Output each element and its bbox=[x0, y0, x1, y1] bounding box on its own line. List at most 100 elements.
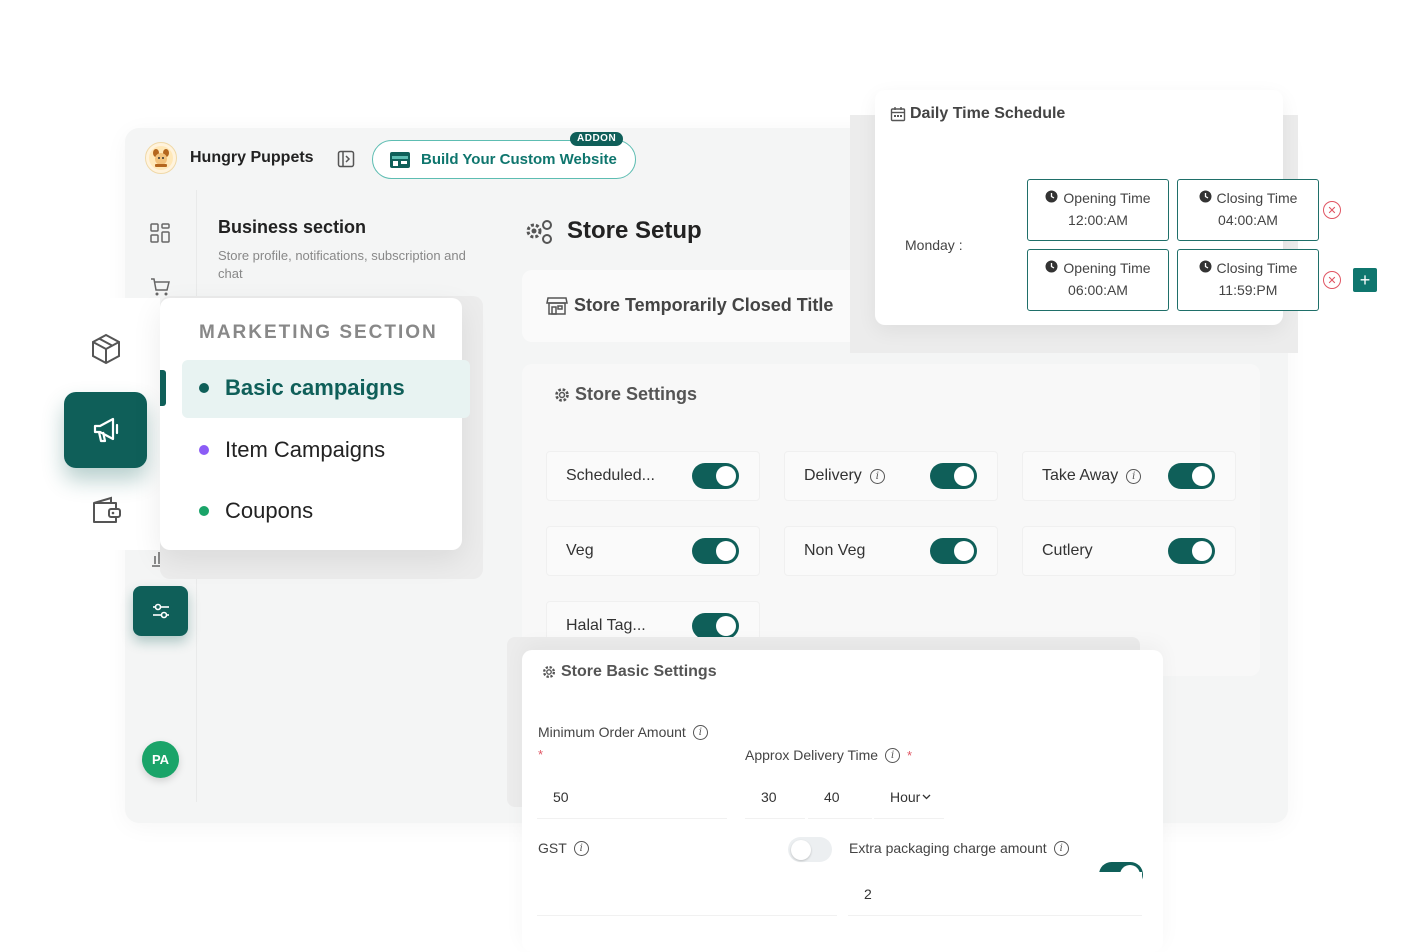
closing-time-slot-2[interactable]: Closing Time 11:59:PM bbox=[1177, 249, 1319, 311]
info-icon[interactable]: i bbox=[885, 747, 901, 763]
option-label: Scheduled... bbox=[566, 467, 655, 484]
info-icon[interactable]: i bbox=[692, 724, 708, 740]
schedule-title: Daily Time Schedule bbox=[910, 105, 1066, 122]
basic-settings-title: Store Basic Settings bbox=[561, 663, 717, 680]
option-label: Veg bbox=[566, 542, 594, 559]
option-label: Halal Tag... bbox=[566, 617, 646, 634]
gear-icon bbox=[542, 665, 556, 679]
bullet-dot bbox=[199, 383, 209, 393]
settings-sliders-button[interactable] bbox=[133, 586, 188, 636]
marketing-nav-button[interactable] bbox=[64, 392, 147, 468]
clock-icon bbox=[1045, 190, 1058, 206]
schedule-heading: Daily Time Schedule bbox=[890, 105, 1065, 123]
bullet-dot bbox=[199, 445, 209, 455]
basic-settings-heading: Store Basic Settings bbox=[541, 663, 717, 681]
gst-toggle[interactable] bbox=[788, 837, 832, 862]
delivery-unit-value: Hour bbox=[890, 788, 921, 805]
time-value: 06:00:AM bbox=[1068, 282, 1128, 298]
delivery-min-input[interactable]: 30 bbox=[745, 775, 805, 819]
closing-time-slot-1[interactable]: Closing Time 04:00:AM bbox=[1177, 179, 1319, 241]
time-label: Opening Time bbox=[1063, 260, 1151, 276]
cutlery-toggle[interactable] bbox=[1168, 538, 1215, 564]
info-icon[interactable]: i bbox=[869, 468, 885, 484]
min-order-label: Minimum Order Amount i bbox=[538, 724, 708, 740]
menu-item-basic-campaigns[interactable]: Basic campaigns bbox=[199, 375, 405, 401]
user-avatar[interactable]: PA bbox=[142, 741, 179, 778]
closed-title-text: Store Temporarily Closed Title bbox=[574, 294, 834, 315]
storefront-icon bbox=[390, 151, 410, 168]
brand-logo bbox=[145, 142, 177, 174]
gear-icon bbox=[555, 387, 569, 402]
packaging-amount-input[interactable]: 2 bbox=[848, 872, 1142, 916]
store-setup-title: Store Setup bbox=[567, 217, 702, 244]
info-icon[interactable]: i bbox=[1053, 840, 1069, 856]
collapse-sidebar-icon[interactable] bbox=[337, 150, 355, 168]
cart-icon[interactable] bbox=[149, 276, 171, 298]
brand-name: Hungry Puppets bbox=[190, 149, 314, 166]
halal-tag-toggle[interactable] bbox=[692, 613, 739, 639]
store-settings-title: Store Settings bbox=[575, 384, 698, 404]
menu-item-item-campaigns[interactable]: Item Campaigns bbox=[199, 437, 385, 463]
delivery-time-label: Approx Delivery Time i * bbox=[745, 747, 912, 763]
non-veg-toggle[interactable] bbox=[930, 538, 977, 564]
clock-icon bbox=[1199, 260, 1212, 276]
gears-icon bbox=[523, 218, 555, 251]
required-mark: * bbox=[907, 747, 913, 763]
info-icon[interactable]: i bbox=[1126, 468, 1142, 484]
bullet-dot bbox=[199, 506, 209, 516]
delivery-time-label-text: Approx Delivery Time bbox=[745, 747, 879, 763]
opening-time-slot-1[interactable]: Opening Time 12:00:AM bbox=[1027, 179, 1169, 241]
dashboard-icon[interactable] bbox=[149, 222, 171, 244]
option-veg: Veg bbox=[546, 526, 760, 576]
take-away-toggle[interactable] bbox=[1168, 463, 1215, 489]
gst-label: GST i bbox=[538, 840, 589, 856]
option-label: Delivery bbox=[804, 467, 862, 484]
build-website-label: Build Your Custom Website bbox=[421, 151, 617, 168]
calendar-icon bbox=[890, 107, 906, 122]
time-value: 11:59:PM bbox=[1218, 282, 1278, 298]
menu-item-coupons[interactable]: Coupons bbox=[199, 498, 313, 524]
packaging-label: Extra packaging charge amount i bbox=[849, 840, 1069, 856]
menu-item-label: Item Campaigns bbox=[225, 437, 386, 462]
delivery-toggle[interactable] bbox=[930, 463, 977, 489]
veg-toggle[interactable] bbox=[692, 538, 739, 564]
time-value: 12:00:AM bbox=[1068, 212, 1128, 228]
closed-title-heading: Store Temporarily Closed Title bbox=[546, 294, 833, 316]
option-delivery: Delivery i bbox=[784, 451, 998, 501]
delivery-max-input[interactable]: 40 bbox=[808, 775, 872, 819]
active-indicator bbox=[160, 370, 166, 406]
chevron-down-icon bbox=[922, 794, 931, 799]
package-icon[interactable] bbox=[89, 332, 123, 371]
option-label: Take Away bbox=[1042, 467, 1119, 484]
day-label: Monday : bbox=[905, 237, 963, 253]
opening-time-slot-2[interactable]: Opening Time 06:00:AM bbox=[1027, 249, 1169, 311]
info-icon[interactable]: i bbox=[573, 840, 589, 856]
clock-icon bbox=[1199, 190, 1212, 206]
option-non-veg: Non Veg bbox=[784, 526, 998, 576]
store-icon bbox=[546, 297, 568, 315]
addon-badge: ADDON bbox=[570, 132, 624, 146]
clock-icon bbox=[1045, 260, 1058, 276]
add-slot-button[interactable]: + bbox=[1353, 268, 1377, 292]
remove-slot-1-button[interactable]: ✕ bbox=[1323, 201, 1341, 219]
time-label: Closing Time bbox=[1216, 260, 1298, 276]
remove-slot-2-button[interactable]: ✕ bbox=[1323, 271, 1341, 289]
business-section-subtitle: Store profile, notifications, subscripti… bbox=[218, 248, 466, 281]
megaphone-icon bbox=[93, 417, 118, 443]
marketing-heading: MARKETING SECTION bbox=[199, 322, 438, 343]
wallet-icon[interactable] bbox=[89, 494, 123, 533]
packaging-label-text: Extra packaging charge amount bbox=[849, 840, 1047, 856]
time-value: 04:00:AM bbox=[1218, 212, 1278, 228]
menu-item-label: Coupons bbox=[225, 498, 314, 523]
gst-input[interactable] bbox=[537, 872, 837, 916]
option-scheduled: Scheduled... bbox=[546, 451, 760, 501]
option-label: Cutlery bbox=[1042, 542, 1093, 559]
min-order-input[interactable]: 50 bbox=[537, 775, 727, 819]
business-section-title: Business section bbox=[218, 217, 367, 237]
scheduled-toggle[interactable] bbox=[692, 463, 739, 489]
time-label: Closing Time bbox=[1216, 190, 1298, 206]
dog-logo-icon bbox=[149, 146, 173, 170]
time-label: Opening Time bbox=[1063, 190, 1151, 206]
menu-item-label: Basic campaigns bbox=[225, 375, 405, 400]
delivery-unit-select[interactable]: Hour bbox=[874, 775, 944, 819]
